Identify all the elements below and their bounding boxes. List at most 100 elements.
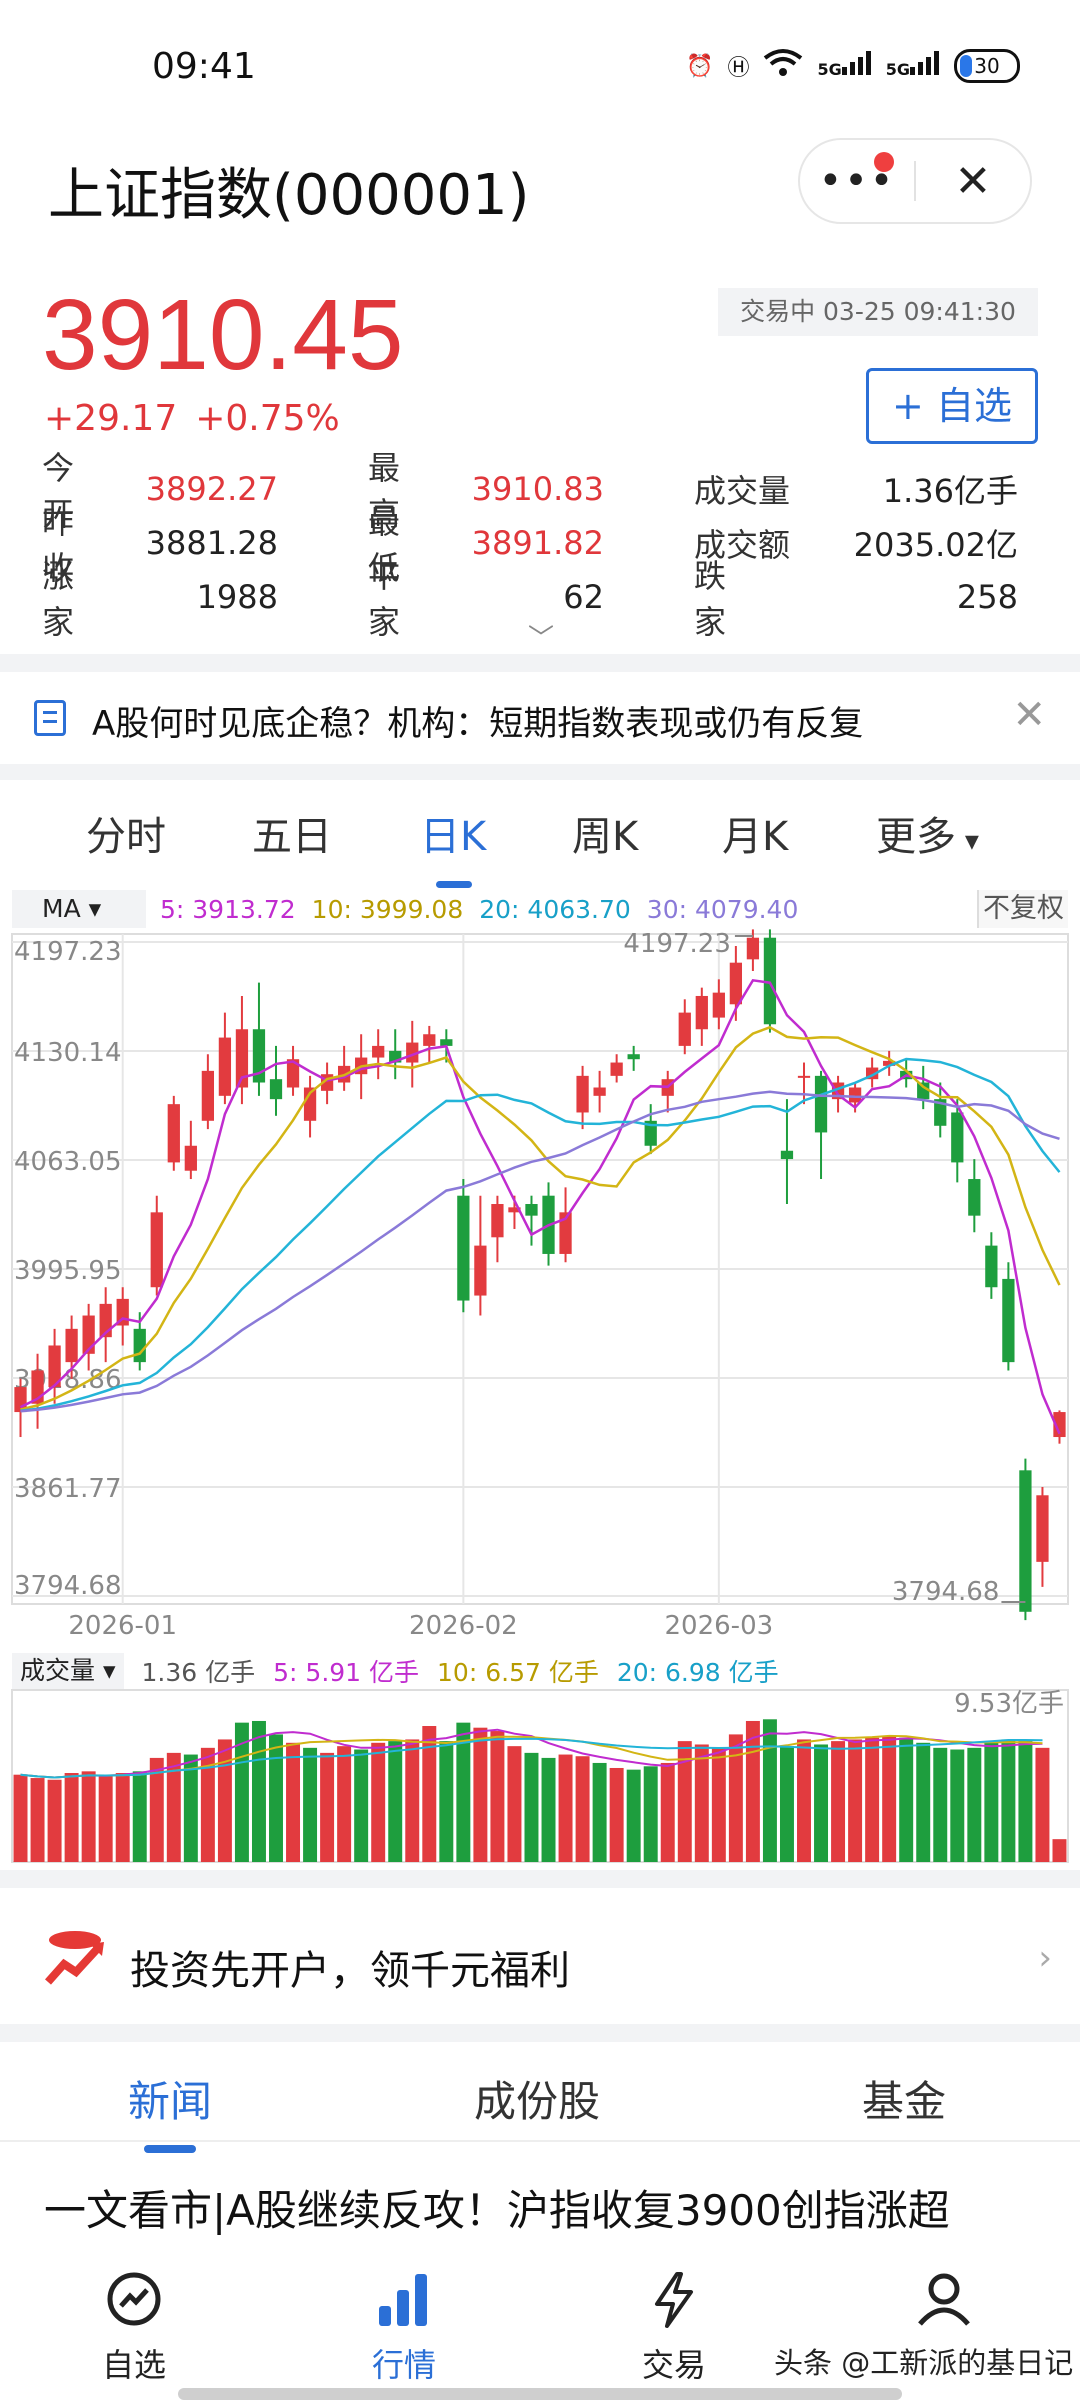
stats-row: 昨收 3881.28 最低 3891.82 成交额 2035.02亿 bbox=[42, 503, 1037, 587]
candle-body bbox=[968, 1179, 981, 1216]
volume-bar bbox=[609, 1767, 624, 1862]
quote-stats: 今开 3892.27 最高 3910.83 成交量 1.36亿手 昨收 3881.28 最低 38… bbox=[42, 449, 1037, 641]
volume-bar bbox=[1001, 1739, 1016, 1862]
stats-row: 涨家 1988 平家 62 跌家 258 bbox=[42, 557, 1037, 641]
volume-bar bbox=[405, 1739, 420, 1862]
vol5-label: 5: 5.91 亿手 bbox=[273, 1658, 420, 1687]
signal-icon-1: 5G bbox=[817, 51, 871, 81]
content-tab[interactable]: 新闻 bbox=[128, 2068, 212, 2153]
tab-period[interactable]: 月K bbox=[722, 804, 788, 862]
ma-header: MA ▾ 5: 3913.72 10: 3999.08 20: 4063.70 … bbox=[12, 890, 1070, 928]
candle-body bbox=[610, 1062, 623, 1076]
tab-period[interactable]: 更多 ▾ bbox=[876, 804, 979, 862]
candle-body bbox=[576, 1075, 589, 1113]
kline-svg: 4197.234130.144063.053995.953928.863861.… bbox=[11, 929, 1069, 1863]
tab-period[interactable]: 五日 bbox=[252, 804, 332, 862]
candle-body bbox=[951, 1112, 964, 1163]
promo-text: 投资先开户，领千元福利 bbox=[130, 1948, 570, 1994]
mini-program-capsule: ••• ✕ bbox=[798, 138, 1032, 224]
volume-bar bbox=[575, 1756, 590, 1862]
volume-bar bbox=[473, 1727, 488, 1862]
adjust-select[interactable]: 不复权 bbox=[977, 890, 1068, 928]
chevron-right-icon: › bbox=[1038, 1938, 1052, 1978]
volume-bar bbox=[762, 1719, 777, 1862]
volume-bar bbox=[882, 1736, 897, 1862]
content-tab[interactable]: 成份股 bbox=[474, 2068, 600, 2129]
open-account-promo[interactable]: 投资先开户，领千元福利 › bbox=[0, 1906, 1080, 2024]
nav-watchlist[interactable]: 自选 bbox=[64, 2270, 204, 2386]
candle-body bbox=[712, 992, 725, 1018]
nav-market[interactable]: 行情 bbox=[334, 2270, 474, 2386]
volume-bar bbox=[967, 1747, 982, 1862]
nav-trade[interactable]: 交易 bbox=[604, 2270, 744, 2386]
home-indicator[interactable] bbox=[178, 2388, 902, 2400]
banner-close-icon[interactable]: ✕ bbox=[1012, 692, 1046, 738]
candle-body bbox=[133, 1328, 146, 1363]
max-price-label: 4197.23 bbox=[623, 929, 731, 959]
stat-label: 跌家 bbox=[694, 557, 755, 641]
candle-body bbox=[746, 937, 760, 960]
volume-header: 成交量 ▾ 1.36 亿手 5: 5.91 亿手 10: 6.57 亿手 20:… bbox=[12, 1653, 779, 1689]
volume-bar bbox=[814, 1744, 829, 1862]
volume-bar bbox=[779, 1746, 794, 1862]
volume-select[interactable]: 成交量 ▾ bbox=[12, 1653, 124, 1689]
watermark: 头条 @工新派的基日记 bbox=[774, 2346, 1074, 2380]
kline-chart[interactable]: 4197.23 4130.14 4063.05 3995.95 3928.86 3861.… bbox=[0, 890, 1080, 1870]
volume-bar bbox=[984, 1742, 999, 1862]
signal-icon-2: 5G bbox=[886, 51, 940, 81]
tab-period[interactable]: 日K bbox=[420, 804, 487, 888]
status-time: 09:41 bbox=[152, 46, 256, 87]
candle-body bbox=[201, 1070, 215, 1121]
news-banner[interactable]: A股何时见底企稳？机构：短期指数表现或仍有反复 ✕ bbox=[0, 672, 1080, 764]
y-tick-label: 3995.95 bbox=[14, 1256, 122, 1286]
volume-bar bbox=[269, 1734, 283, 1862]
stat-label: 平家 bbox=[368, 557, 429, 641]
volume-bar bbox=[47, 1779, 62, 1862]
tab-period[interactable]: 分时 bbox=[86, 804, 166, 862]
volume-bar bbox=[745, 1720, 760, 1862]
volume-bar bbox=[13, 1774, 28, 1862]
tab-label: 日K bbox=[420, 814, 487, 860]
news-headline[interactable]: 一文看市|A股继续反攻！沪指收复3900创指涨超1%，深调三栅市有目白机？ bbox=[44, 2178, 1044, 2254]
add-watchlist-button[interactable]: + 自选 bbox=[866, 368, 1038, 444]
ma5-label: 5: 3913.72 bbox=[160, 894, 296, 924]
volume-bar bbox=[711, 1747, 726, 1862]
volume-bar bbox=[1035, 1747, 1050, 1862]
close-button[interactable]: ✕ bbox=[916, 156, 1030, 207]
nav-label: 行情 bbox=[371, 2346, 436, 2384]
x-tick-label: 2026-03 bbox=[665, 1611, 774, 1641]
candle-body bbox=[423, 1034, 436, 1046]
y-tick-label: 4130.14 bbox=[14, 1038, 122, 1068]
article-icon bbox=[34, 700, 66, 736]
tab-period[interactable]: 周K bbox=[572, 804, 638, 862]
volume-bar bbox=[694, 1744, 709, 1862]
candle-body bbox=[184, 1145, 197, 1171]
more-button[interactable]: ••• bbox=[800, 152, 914, 204]
stat-value: 1988 bbox=[196, 578, 278, 616]
wifi-icon bbox=[763, 48, 803, 84]
candle-body bbox=[780, 1150, 794, 1160]
chart-circle-icon bbox=[107, 2272, 161, 2326]
volume-bar bbox=[1018, 1741, 1033, 1862]
tab-label: 周K bbox=[572, 814, 639, 860]
y-tick-label: 4063.05 bbox=[14, 1147, 122, 1177]
change-percent: +0.75% bbox=[195, 398, 340, 439]
tab-label: 月K bbox=[722, 814, 789, 860]
stats-row: 今开 3892.27 最高 3910.83 成交量 1.36亿手 bbox=[42, 449, 1037, 533]
candle-body bbox=[797, 1075, 811, 1078]
volume-bar bbox=[64, 1773, 79, 1862]
stat-value: 3891.82 bbox=[471, 524, 604, 562]
ma10-label: 10: 3999.08 bbox=[311, 894, 464, 924]
candle-body bbox=[814, 1075, 828, 1133]
volume-bar bbox=[217, 1739, 232, 1862]
candle-body bbox=[150, 1212, 163, 1288]
page-title: 上证指数(000001) bbox=[48, 163, 530, 228]
expand-chevron-icon[interactable]: ﹀ bbox=[528, 618, 554, 655]
ma10-line bbox=[20, 1025, 1061, 1411]
indicator-select[interactable]: MA ▾ bbox=[12, 890, 146, 928]
candle-body bbox=[372, 1045, 385, 1058]
volume-bar bbox=[524, 1752, 539, 1862]
nav-profile[interactable] bbox=[874, 2270, 1014, 2340]
content-tab[interactable]: 基金 bbox=[862, 2068, 946, 2129]
status-bar: 09:41 ⏰ Ⓗ 5G 5G 30 bbox=[0, 0, 1080, 130]
